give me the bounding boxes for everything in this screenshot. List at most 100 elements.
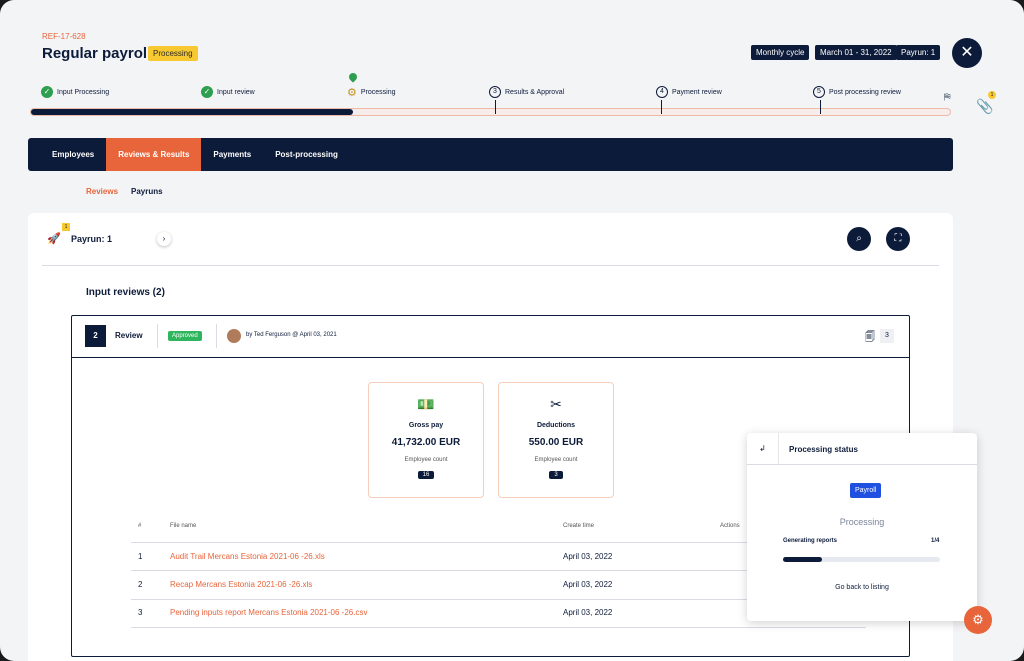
file-link[interactable]: Audit Trail Mercans Estonia 2021-06 -26.…: [170, 552, 325, 561]
expand-icon: ⛶: [894, 233, 902, 244]
period-chip: March 01 - 31, 2022: [815, 45, 897, 60]
chevron-right-icon[interactable]: ›: [157, 232, 171, 246]
step-label: Input review: [217, 88, 255, 96]
step-divider: [661, 100, 662, 114]
money-icon: 💵: [417, 396, 435, 412]
task-label: Generating reports: [783, 538, 838, 544]
step-post-processing-review[interactable]: 5 Post processing review: [813, 86, 901, 98]
column-header-actions: Actions: [720, 523, 740, 529]
check-icon: ✓: [201, 86, 213, 98]
step-number: 4: [656, 86, 668, 98]
location-pin-icon: [347, 71, 359, 83]
divider: [42, 265, 939, 266]
column-header-number: #: [138, 523, 142, 529]
review-number: 2: [85, 325, 106, 347]
create-time: April 03, 2022: [563, 552, 613, 561]
close-icon: ✕: [960, 44, 974, 61]
page-title: Regular payroll: [42, 45, 152, 62]
gear-icon: ⚙: [347, 87, 357, 99]
paperclip-icon[interactable]: 📎: [976, 98, 993, 115]
step-processing[interactable]: ⚙ Processing: [347, 86, 396, 99]
stat-count: 16: [417, 471, 435, 479]
subtab-payruns[interactable]: Payruns: [131, 187, 163, 196]
row-divider: [131, 627, 866, 628]
create-time: April 03, 2022: [563, 580, 613, 589]
step-label: Results & Approval: [505, 88, 565, 96]
check-icon: ✓: [41, 86, 53, 98]
search-icon: ⌕: [856, 233, 862, 244]
close-button[interactable]: ✕: [952, 38, 982, 68]
processing-status-panel: [747, 433, 977, 621]
tab-employees[interactable]: Employees: [40, 138, 106, 171]
step-payment-review[interactable]: 4 Payment review: [656, 86, 722, 98]
payrun-title: Payrun: 1: [71, 234, 113, 244]
payrun-chip: Payrun: 1: [896, 45, 941, 60]
stat-card-gross-pay: 💵 Gross pay 41,732.00 EUR Employee count…: [368, 382, 484, 498]
reference-id: REF-17-628: [42, 32, 86, 41]
fullscreen-button[interactable]: ⛶: [886, 227, 910, 251]
step-number: 5: [813, 86, 825, 98]
task-progress-text: 1/4: [931, 538, 940, 544]
step-number: 3: [489, 86, 501, 98]
create-time: April 03, 2022: [563, 608, 613, 617]
documents-count: 3: [880, 329, 894, 343]
step-label: Post processing review: [829, 88, 901, 96]
avatar: [227, 329, 241, 343]
step-label: Payment review: [672, 88, 722, 96]
processing-status-title: Processing status: [789, 445, 858, 454]
documents-icon[interactable]: 🗐: [865, 330, 875, 347]
step-label: Processing: [360, 89, 396, 96]
step-input-processing[interactable]: ✓ Input Processing: [41, 86, 109, 98]
scissors-icon: ✂: [550, 396, 562, 412]
settings-button[interactable]: ⚙: [964, 606, 992, 634]
column-header-file-name: File name: [170, 523, 197, 529]
row-number: 3: [138, 608, 143, 617]
progress-fill: [31, 109, 353, 115]
gear-icon: ⚙: [972, 612, 984, 627]
stat-label: Deductions: [536, 422, 576, 429]
divider: [747, 464, 977, 465]
divider: [157, 324, 158, 348]
row-number: 1: [138, 552, 143, 561]
file-link[interactable]: Recap Mercans Estonia 2021-06 -26.xls: [170, 580, 312, 589]
stat-sub-label: Employee count: [534, 457, 578, 463]
rocket-icon: 🚀: [47, 233, 61, 245]
task-progress-fill: [783, 557, 823, 562]
cycle-chip: Monthly cycle: [751, 45, 810, 60]
step-label: Input Processing: [57, 88, 110, 96]
tab-reviews-results[interactable]: Reviews & Results: [106, 138, 202, 171]
file-link[interactable]: Pending inputs report Mercans Estonia 20…: [170, 608, 367, 617]
column-header-create-time: Create time: [563, 523, 595, 529]
stat-value: 550.00 EUR: [528, 437, 584, 448]
stat-card-deductions: ✂ Deductions 550.00 EUR Employee count 3: [498, 382, 614, 498]
progress-track: [30, 108, 951, 116]
stat-value: 41,732.00 EUR: [391, 437, 461, 448]
row-number: 2: [138, 580, 143, 589]
status-badge: Processing: [148, 46, 198, 61]
search-button[interactable]: ⌕: [847, 227, 871, 251]
stat-sub-label: Employee count: [404, 457, 448, 463]
tab-payments[interactable]: Payments: [201, 138, 263, 171]
main-nav: Employees Reviews & Results Payments Pos…: [28, 138, 953, 171]
payrun-badge: 1: [62, 223, 70, 231]
payroll-chip: Payroll: [850, 483, 882, 498]
review-byline: by Ted Ferguson @ April 03, 2021: [246, 332, 337, 338]
attachments-badge: 1: [988, 91, 996, 99]
task-progress-bar: [783, 557, 940, 562]
step-divider: [820, 100, 821, 114]
flag-icon: ⛿: [944, 92, 951, 102]
step-results-approval[interactable]: 3 Results & Approval: [489, 86, 564, 98]
app-frame: REF-17-628 Regular payroll Processing Mo…: [0, 0, 1024, 661]
stat-count: 3: [549, 471, 563, 479]
collapse-icon[interactable]: ↲: [747, 433, 779, 464]
processing-state: Processing: [839, 517, 885, 527]
approved-badge: Approved: [168, 331, 202, 341]
stat-label: Gross pay: [408, 422, 444, 429]
review-label: Review: [115, 331, 143, 340]
divider: [216, 324, 217, 348]
tab-post-processing[interactable]: Post-processing: [263, 138, 350, 171]
step-divider: [495, 100, 496, 114]
subtab-reviews[interactable]: Reviews: [86, 187, 118, 196]
back-to-listing-link[interactable]: Go back to listing: [747, 584, 977, 591]
step-input-review[interactable]: ✓ Input review: [201, 86, 255, 98]
